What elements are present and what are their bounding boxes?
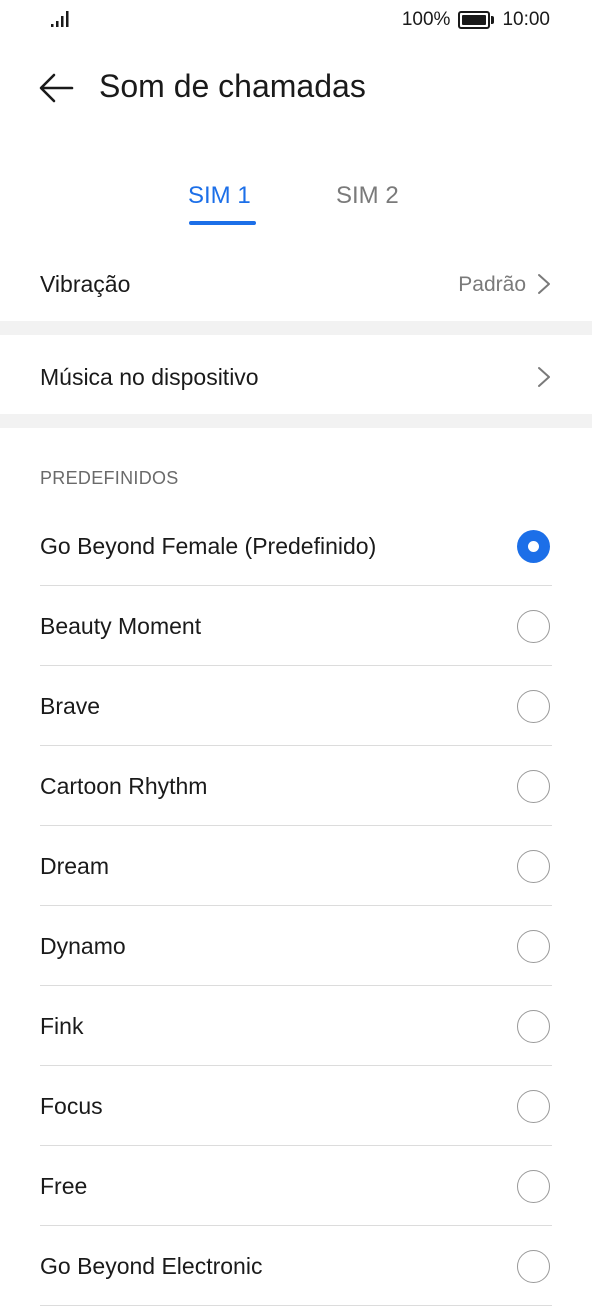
section-divider	[0, 414, 592, 428]
battery-icon	[458, 11, 495, 29]
section-header-predefinidos: PREDEFINIDOS	[40, 468, 179, 488]
list-item[interactable]: Cartoon Rhythm	[0, 746, 592, 826]
ringtone-name: Cartoon Rhythm	[40, 773, 208, 799]
arrow-left-icon[interactable]	[36, 70, 76, 106]
device-music-row[interactable]: Música no dispositivo	[0, 337, 592, 417]
ringtone-name: Dynamo	[40, 933, 126, 959]
active-tab-indicator	[189, 221, 256, 225]
radio-button[interactable]	[517, 850, 550, 883]
ringtone-name: Dream	[40, 853, 110, 879]
vibration-label: Vibração	[40, 271, 131, 297]
section-divider	[0, 321, 592, 335]
list-item[interactable]: Focus	[0, 1066, 592, 1146]
list-item[interactable]: Free	[0, 1146, 592, 1226]
app-bar: Som de chamadas	[0, 56, 592, 120]
battery-percent: 100%	[401, 9, 451, 30]
ringtone-name: Beauty Moment	[40, 613, 202, 639]
list-item[interactable]: Dream	[0, 826, 592, 906]
list-item[interactable]: Beauty Moment	[0, 586, 592, 666]
ringtone-name: Go Beyond Female (Predefinido)	[40, 533, 377, 559]
device-music-label: Música no dispositivo	[40, 364, 259, 390]
radio-button[interactable]	[517, 610, 550, 643]
list-item[interactable]: Brave	[0, 666, 592, 746]
chevron-right-icon	[538, 274, 550, 294]
ringtone-name: Go Beyond Electronic	[40, 1253, 263, 1279]
radio-button[interactable]	[517, 1170, 550, 1203]
tab-sim-2[interactable]: SIM 2	[336, 182, 399, 210]
radio-button[interactable]	[517, 930, 550, 963]
status-bar: 100% 10:00	[0, 0, 592, 44]
ringtone-name: Fink	[40, 1013, 84, 1039]
radio-button[interactable]	[517, 1250, 550, 1283]
ringtone-name: Focus	[40, 1093, 103, 1119]
page-title: Som de chamadas	[99, 68, 366, 104]
ringtone-name: Free	[40, 1173, 88, 1199]
ringtone-name: Brave	[40, 693, 101, 719]
radio-button-checked[interactable]	[517, 530, 550, 563]
divider	[40, 1305, 552, 1306]
clock: 10:00	[502, 9, 550, 30]
list-item[interactable]: Fink	[0, 986, 592, 1066]
radio-button[interactable]	[517, 1010, 550, 1043]
list-item[interactable]: Go Beyond Electronic	[0, 1226, 592, 1306]
radio-button[interactable]	[517, 770, 550, 803]
radio-button[interactable]	[517, 690, 550, 723]
signal-icon	[51, 11, 69, 27]
ringtone-list: Go Beyond Female (Predefinido) Beauty Mo…	[0, 506, 592, 1306]
vibration-row[interactable]: Vibração Padrão	[0, 244, 592, 324]
chevron-right-icon	[538, 367, 550, 387]
status-right: 100% 10:00	[402, 9, 550, 31]
radio-button[interactable]	[517, 1090, 550, 1123]
vibration-value: Padrão	[458, 273, 526, 296]
list-item[interactable]: Dynamo	[0, 906, 592, 986]
sim-tabs: SIM 1 SIM 2	[0, 178, 592, 230]
tab-sim-1[interactable]: SIM 1	[188, 182, 251, 210]
list-item[interactable]: Go Beyond Female (Predefinido)	[0, 506, 592, 586]
